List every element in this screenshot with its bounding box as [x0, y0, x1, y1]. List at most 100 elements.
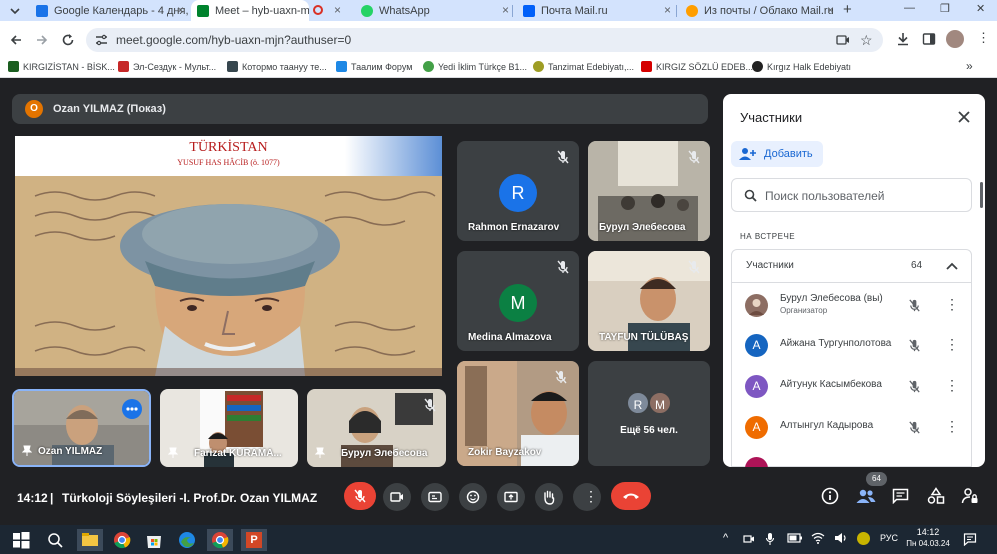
present-screen-button[interactable] [497, 483, 525, 511]
participant-tile-medina[interactable]: M Medina Almazova [457, 251, 579, 351]
side-panel-icon[interactable] [922, 32, 936, 46]
participant-row[interactable]: А Айжана Тургунполотова ⋮ [723, 326, 985, 366]
more-options-icon[interactable]: ⋮ [945, 418, 959, 435]
people-button[interactable] [856, 488, 876, 504]
profile-avatar[interactable] [946, 30, 964, 48]
participant-tile-tayfun[interactable]: TAYFUN TÜLÜBAŞ [588, 251, 710, 351]
bookmark-item[interactable]: Таалим Форум [336, 61, 412, 72]
input-language[interactable]: РУС [880, 533, 898, 543]
pin-icon[interactable] [315, 447, 325, 459]
participant-tile-farizat[interactable]: Farizat KURAMA... [160, 389, 298, 467]
reload-icon[interactable] [61, 33, 75, 47]
bookmark-item[interactable]: Tanzimat Edebiyatı,... [533, 61, 634, 72]
notifications-icon[interactable] [963, 532, 977, 546]
weather-icon[interactable] [857, 532, 870, 545]
participant-tile-burul-self-view[interactable]: Бурул Элебесова [307, 389, 446, 467]
bookmark-star-icon[interactable]: ☆ [860, 32, 873, 49]
host-controls-button[interactable] [961, 487, 979, 505]
search-people-input[interactable]: Поиск пользователей [731, 178, 972, 212]
volume-icon[interactable] [834, 532, 848, 544]
windows-start-icon[interactable] [10, 529, 32, 551]
participant-tile-zokir[interactable]: Zokir Bayzakov [457, 361, 579, 466]
edge-icon[interactable] [176, 529, 198, 551]
restore-button[interactable]: ❐ [940, 2, 950, 15]
panel-scrollbar[interactable] [980, 182, 983, 208]
participant-tile-rahmon[interactable]: R Rahmon Ernazarov [457, 141, 579, 241]
tab-close-icon[interactable]: × [502, 3, 509, 17]
raise-hand-button[interactable] [535, 483, 563, 511]
bookmarks-overflow-button[interactable]: » [966, 59, 973, 73]
camera-in-use-icon[interactable] [836, 34, 850, 46]
camera-tray-icon[interactable] [743, 533, 755, 545]
participants-group-header[interactable]: Участники 64 [732, 250, 971, 283]
more-participants-tile[interactable]: R M Ещё 56 чел. [588, 361, 710, 466]
activities-button[interactable] [927, 487, 945, 505]
more-options-icon[interactable]: ⋮ [945, 336, 959, 353]
pin-icon[interactable] [22, 445, 32, 457]
tab-close-icon[interactable]: × [177, 3, 184, 17]
participant-row[interactable]: А Алтынгул Кадырова ⋮ [723, 408, 985, 448]
tab-mail-ru[interactable]: Почта Mail.ru × [517, 0, 677, 21]
tab-cloud-mail-ru[interactable]: Из почты / Облако Mail.ru × [680, 0, 840, 21]
self-tile-ozan[interactable]: Ozan YILMAZ [12, 389, 151, 467]
search-icon[interactable] [44, 529, 66, 551]
store-icon[interactable] [143, 529, 165, 551]
tab-whatsapp[interactable]: WhatsApp × [355, 0, 515, 21]
download-icon[interactable] [896, 32, 910, 46]
camera-toggle-button[interactable] [383, 483, 411, 511]
participant-row[interactable]: А Айтунук Касымбекова ⋮ [723, 367, 985, 407]
tab-close-icon[interactable]: × [664, 3, 671, 17]
add-people-button[interactable]: Добавить [731, 141, 823, 167]
chat-button[interactable] [892, 488, 909, 504]
more-options-button[interactable]: ⋮ [573, 483, 601, 511]
more-options-icon[interactable]: ⋮ [945, 377, 959, 394]
participant-row[interactable]: Бурул Элебесова (вы) Организатор ⋮ [723, 286, 985, 326]
call-end-icon [623, 493, 639, 499]
close-window-button[interactable]: ✕ [976, 2, 985, 15]
bookmark-item[interactable]: Котормо таануу те... [227, 61, 327, 72]
captions-button[interactable] [421, 483, 449, 511]
tab-close-icon[interactable]: × [334, 3, 341, 17]
forward-arrow-icon[interactable] [35, 33, 49, 47]
pin-icon[interactable] [168, 447, 178, 459]
tab-close-icon[interactable]: × [827, 3, 834, 17]
wifi-icon[interactable] [811, 532, 825, 544]
taskbar-clock[interactable]: 14:12 Пн 04.03.24 [904, 527, 952, 548]
bookmark-item[interactable]: Эл-Сездук - Мульт... [118, 61, 216, 72]
meet-icon [197, 4, 209, 17]
browser-menu-icon[interactable]: ⋮ [977, 30, 990, 46]
microphone-toggle-button[interactable] [344, 482, 376, 510]
participant-tile-burul[interactable]: Бурул Элебесова [588, 141, 710, 241]
tab-search-icon[interactable] [9, 5, 21, 17]
avatar: R [499, 174, 537, 212]
mic-tray-icon[interactable] [765, 532, 775, 546]
chrome-icon[interactable] [111, 529, 133, 551]
reactions-button[interactable] [459, 483, 487, 511]
windows-taskbar: P ^ РУС 14:12 Пн 04.03.24 [0, 525, 997, 554]
bookmark-item[interactable]: Kırgız Halk Edebiyatı [752, 61, 851, 72]
battery-icon[interactable] [787, 533, 803, 543]
minimize-button[interactable]: — [904, 2, 915, 14]
bookmark-item[interactable]: KIRGIZ SÖZLÜ EDEB... [641, 61, 753, 72]
powerpoint-icon[interactable]: P [241, 529, 267, 551]
bookmark-item[interactable]: Yedi İklim Türkçe B1... [423, 61, 527, 72]
participant-name: Farizat KURAMA... [194, 448, 282, 459]
tab-google-calendar[interactable]: Google Календарь - 4 дня, с × [30, 0, 190, 21]
close-panel-icon[interactable] [957, 110, 971, 124]
new-tab-button[interactable]: + [843, 1, 852, 18]
shared-screen[interactable]: TÜRKİSTAN YUSUF HAS HÂCİB (ö. 1077) [15, 136, 442, 376]
tab-meet[interactable]: Meet – hyb-uaxn-mjn [191, 0, 309, 21]
bookmark-item[interactable]: KIRGIZİSTAN - BİSK... [8, 61, 115, 72]
more-options-icon[interactable]: ⋮ [945, 296, 959, 313]
site-settings-icon[interactable] [95, 34, 108, 46]
meeting-info-icon[interactable] [821, 487, 839, 505]
presenter-avatar: O [25, 100, 43, 118]
file-explorer-icon[interactable] [77, 529, 103, 551]
leave-call-button[interactable] [611, 482, 651, 510]
address-bar[interactable]: meet.google.com/hyb-uaxn-mjn?authuser=0 … [86, 28, 883, 52]
tray-overflow-icon[interactable]: ^ [723, 532, 728, 544]
mic-off-icon [557, 150, 569, 164]
chrome-active-icon[interactable] [207, 529, 233, 551]
search-icon [744, 189, 757, 202]
back-arrow-icon[interactable] [9, 33, 23, 47]
